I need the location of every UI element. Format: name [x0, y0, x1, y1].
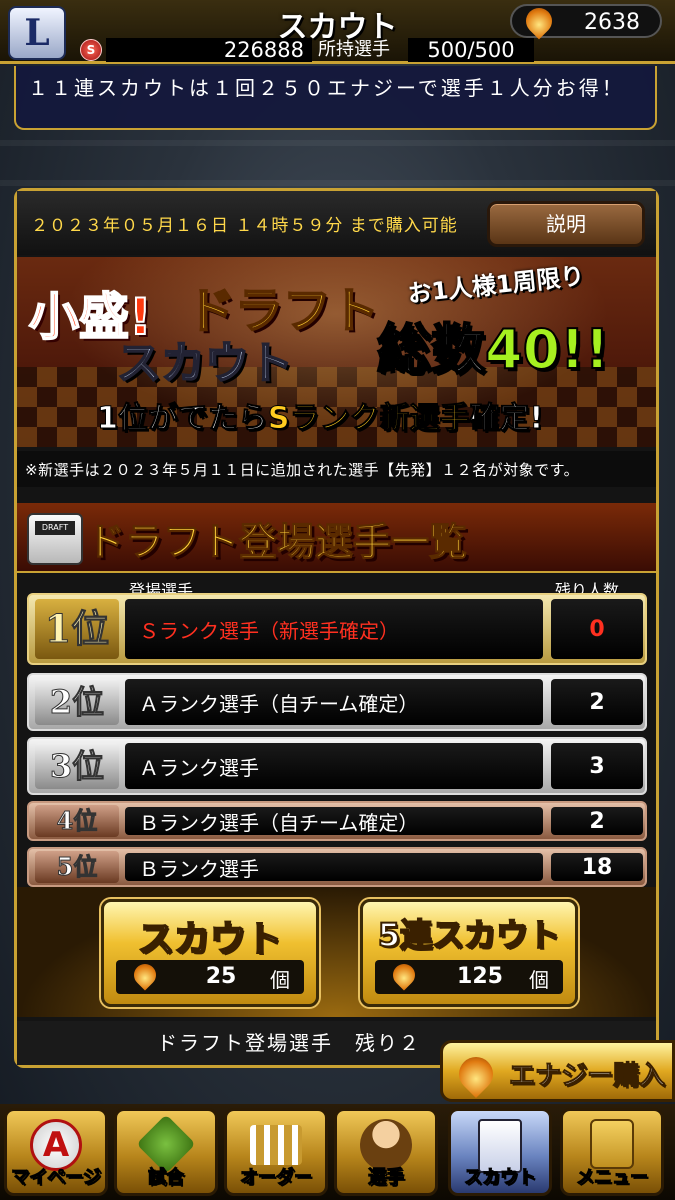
player-list-header: DRAFT ドラフト登場選手一覧	[17, 503, 656, 573]
banner-sub-highlight: Sランク新選手	[267, 401, 470, 437]
banner-scout-text: スカウト	[116, 337, 294, 390]
scout-cost-value: 25	[205, 964, 237, 989]
scout-cost-value: 125	[457, 964, 503, 989]
nav-mypage[interactable]: A マイページ	[4, 1108, 108, 1196]
nav-label: スカウト	[464, 1167, 537, 1189]
purchase-period-text: ２０２３年０５月１６日 １４時５９分 まで購入可能	[31, 216, 458, 236]
menu-mascot-icon	[590, 1119, 634, 1169]
rank-badge-1: 1位	[35, 599, 119, 659]
rank-player-name: Ｓランク選手（新選手確定）	[125, 599, 543, 659]
coin-value: 226888	[106, 38, 312, 62]
rank-row-2: 2位 Ａランク選手（自チーム確定） 2	[27, 673, 647, 731]
coin-icon: S	[80, 39, 102, 61]
draft-box-label: DRAFT	[35, 521, 75, 535]
rank-player-name: Ａランク選手	[125, 743, 543, 789]
purchase-period-row: ２０２３年０５月１６日 １４時５９分 まで購入可能 説明	[17, 191, 656, 255]
banner-total-text: 総数40!!	[376, 305, 610, 384]
scout-single-button[interactable]: スカウト 25 個	[101, 899, 319, 1007]
nav-menu[interactable]: メニュー	[560, 1108, 664, 1196]
player-list-title: ドラフト登場選手一覧	[86, 520, 468, 565]
scout-cost-unit: 個	[270, 968, 290, 992]
draft-scout-banner[interactable]: 小盛! ドラフト スカウト お1人様1周限り 総数40!! 1位がでたらSランク…	[17, 257, 656, 447]
rank-badge-2: 2位	[35, 679, 119, 725]
scout-cost: 25 個	[116, 959, 304, 994]
status-row: S 226888 所持選手 500/500	[78, 38, 660, 62]
owned-players-label: 所持選手	[318, 39, 390, 60]
energy-value: 2638	[584, 10, 640, 35]
energy-flame-icon	[388, 959, 420, 991]
scout-cost: 125 個	[375, 959, 563, 994]
draft-box-icon: DRAFT	[27, 513, 83, 565]
lineup-board-icon	[250, 1125, 302, 1165]
top-bar: L スカウト 2638 S 226888 所持選手 500/500	[0, 0, 675, 64]
scout-button-label: 5連スカウト	[377, 915, 561, 955]
energy-flame-icon	[520, 2, 558, 40]
nav-label: 選手	[368, 1167, 405, 1189]
rank-remaining-count: 0	[551, 599, 643, 659]
rank-remaining-count: 3	[551, 743, 643, 789]
bottom-nav: A マイページ 試合 オーダー 選手 スカウト メニュー	[0, 1104, 675, 1200]
nav-player[interactable]: 選手	[334, 1108, 438, 1196]
energy-flame-icon	[129, 959, 161, 991]
rank-row-1: 1位 Ｓランク選手（新選手確定） 0	[27, 593, 647, 665]
nav-order[interactable]: オーダー	[224, 1108, 328, 1196]
scout-button-label: スカウト	[137, 918, 283, 961]
nav-label: メニュー	[576, 1167, 649, 1189]
rank-player-name: Ｂランク選手（自チーム確定）	[125, 807, 543, 835]
energy-flame-icon	[451, 1049, 501, 1099]
banner-total-value: 40!!	[484, 317, 610, 382]
rank-player-name: Ｂランク選手	[125, 853, 543, 881]
rank-remaining-count: 18	[551, 853, 643, 881]
scout-button-area: スカウト 25 個 5連スカウト 125 個	[17, 887, 656, 1017]
explain-button[interactable]: 説明	[487, 201, 645, 247]
nav-label: オーダー	[240, 1167, 313, 1189]
nav-scout[interactable]: スカウト	[448, 1108, 552, 1196]
rank-remaining-count: 2	[551, 807, 643, 835]
rank-row-4: 4位 Ｂランク選手（自チーム確定） 2	[27, 801, 647, 841]
banner-subtitle: 1位がでたらSランク新選手確定!	[97, 393, 544, 437]
rank-row-3: 3位 Ａランク選手 3	[27, 737, 647, 795]
rank-badge-3: 3位	[35, 743, 119, 789]
banner-sub-prefix: 1位がでたら	[97, 401, 269, 437]
owned-players-value: 500/500	[408, 38, 534, 62]
energy-counter: 2638	[510, 2, 662, 40]
scout-panel: ２０２３年０５月１６日 １４時５９分 まで購入可能 説明 小盛! ドラフト スカ…	[14, 188, 659, 1068]
rank-row-5: 5位 Ｂランク選手 18	[27, 847, 647, 887]
nav-label: マイページ	[11, 1167, 102, 1189]
banner-total-prefix: 総数	[376, 317, 486, 382]
notice-ticker: １１連スカウトは１回２５０エナジーで選手１人分お得！	[14, 66, 657, 130]
rank-badge-5: 5位	[35, 851, 119, 883]
banner-sub-suffix: 確定!	[469, 401, 544, 437]
scout-cost-unit: 個	[529, 968, 549, 992]
rank-remaining-count: 2	[551, 679, 643, 725]
scout-5x-button[interactable]: 5連スカウト 125 個	[360, 899, 578, 1007]
rule-note: ※新選手は２０２３年５月１１日に追加された選手【先発】１２名が対象です。	[17, 451, 656, 487]
nav-label: 試合	[148, 1167, 185, 1189]
nav-game[interactable]: 試合	[114, 1108, 218, 1196]
energy-purchase-button[interactable]: エナジー購入	[440, 1040, 675, 1102]
rank-badge-4: 4位	[35, 805, 119, 837]
energy-purchase-label: エナジー購入	[508, 1061, 666, 1092]
rank-player-name: Ａランク選手（自チーム確定）	[125, 679, 543, 725]
